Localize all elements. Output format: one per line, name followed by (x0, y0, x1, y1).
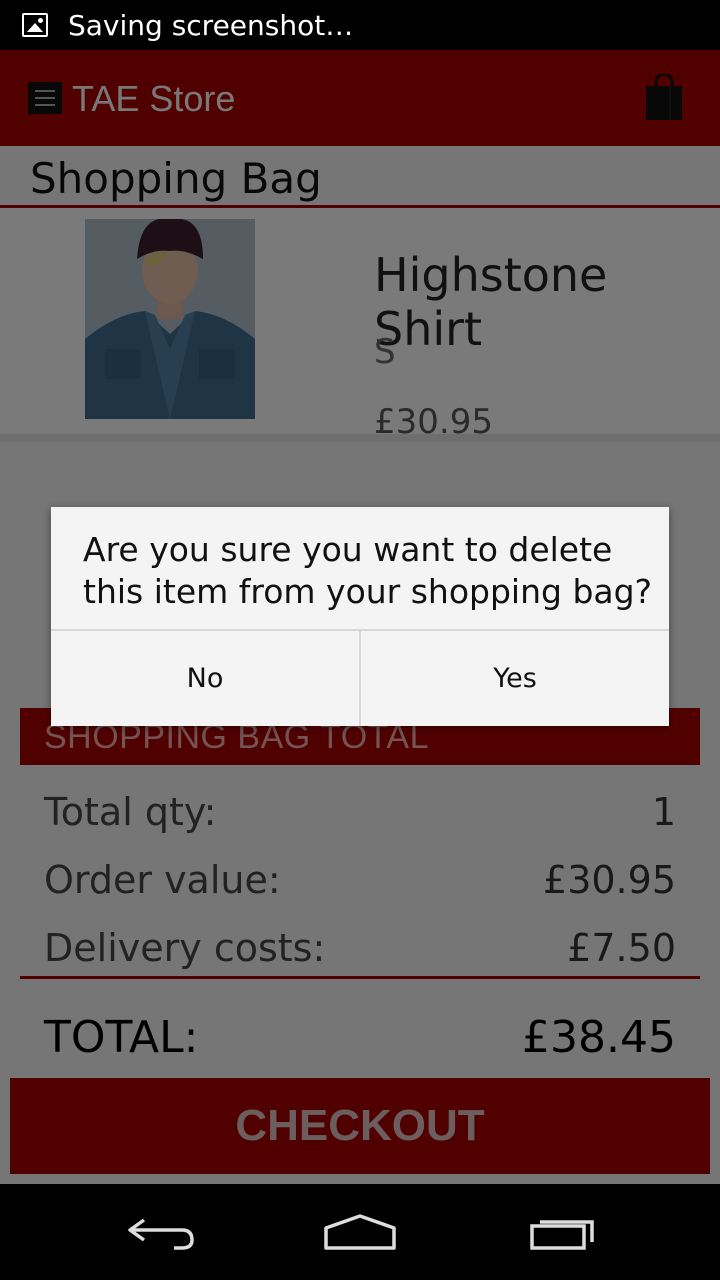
delete-confirm-dialog: Are you sure you want to delete this ite… (51, 507, 669, 726)
dialog-message: Are you sure you want to delete this ite… (83, 530, 653, 611)
navigation-bar (0, 1184, 720, 1280)
yes-button[interactable]: Yes (361, 631, 669, 726)
recent-apps-icon[interactable] (522, 1204, 602, 1260)
image-icon (22, 13, 48, 37)
back-arrow-icon[interactable] (120, 1204, 200, 1260)
no-button[interactable]: No (51, 631, 359, 726)
status-text: Saving screenshot… (68, 8, 354, 42)
home-icon[interactable] (320, 1204, 400, 1260)
status-bar: Saving screenshot… (0, 0, 720, 50)
